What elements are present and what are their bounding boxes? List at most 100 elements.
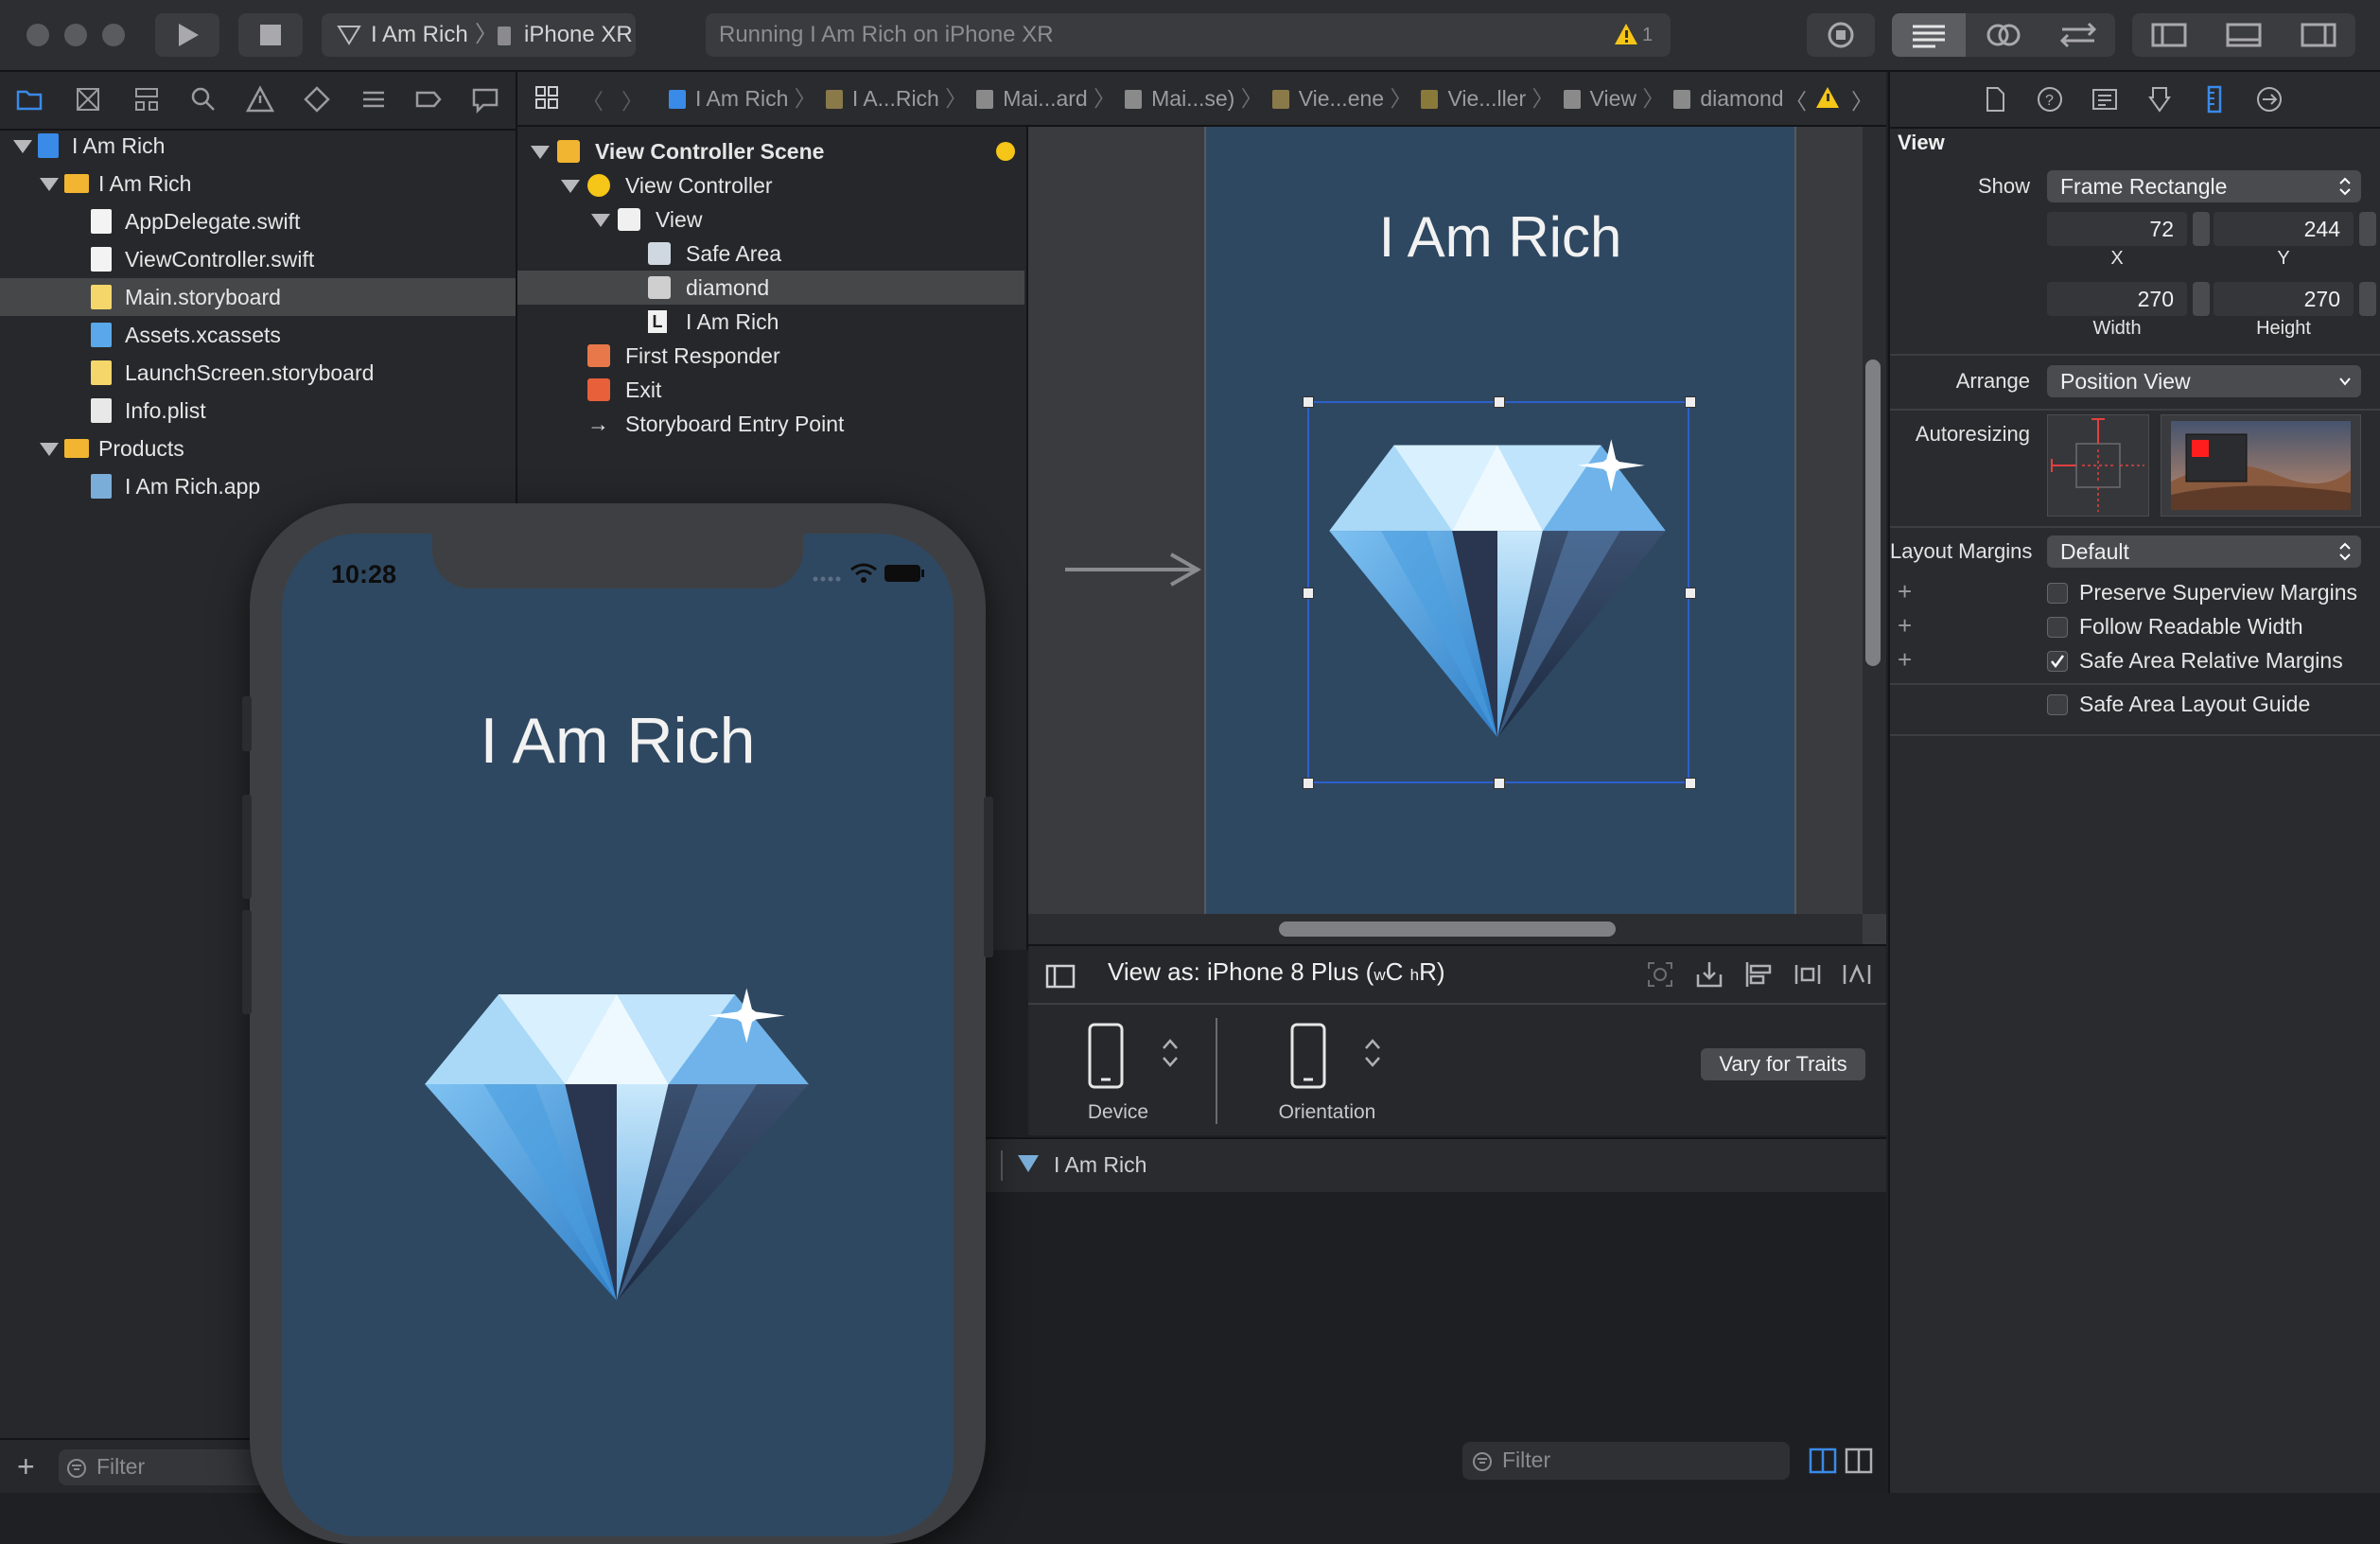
resize-handle[interactable] [1494, 396, 1505, 408]
warning-icon[interactable] [1614, 23, 1638, 45]
resize-handle[interactable] [1303, 778, 1314, 789]
device-stepper-icon[interactable] [1161, 1037, 1180, 1069]
arrange-popup[interactable]: Position View [2047, 365, 2361, 397]
scene-issue-badge[interactable] [996, 142, 1015, 161]
x-stepper[interactable] [2193, 212, 2210, 246]
run-button[interactable] [155, 13, 219, 57]
outline-item[interactable]: View Controller [517, 168, 1024, 202]
preserve-superview-margins-checkbox[interactable] [2047, 583, 2068, 604]
add-variation-icon[interactable]: + [1898, 611, 1912, 640]
vary-for-traits-button[interactable]: Vary for Traits [1701, 1048, 1865, 1080]
resolve-issues-icon[interactable] [1842, 959, 1872, 990]
identity-inspector-icon[interactable] [2091, 85, 2119, 114]
breadcrumb-item[interactable]: Mai...se) 〉 [1125, 86, 1263, 111]
align-icon[interactable] [1743, 959, 1774, 990]
navigator-item[interactable]: I Am Rich.app [0, 467, 516, 505]
outline-item[interactable]: → Storyboard Entry Point [517, 407, 1024, 441]
scene-title-label[interactable]: I Am Rich [1206, 204, 1794, 270]
device-phone-icon[interactable] [1087, 1022, 1125, 1090]
standard-editor-button[interactable] [1892, 13, 1966, 57]
resize-handle[interactable] [1685, 396, 1696, 408]
debug-target[interactable]: I Am Rich [1054, 1152, 1146, 1178]
height-stepper[interactable] [2359, 282, 2376, 316]
outline-item[interactable]: View [517, 202, 1024, 237]
breadcrumb-item[interactable]: I A...Rich 〉 [825, 86, 967, 111]
related-items-grid-icon[interactable] [534, 85, 559, 110]
width-stepper[interactable] [2193, 282, 2210, 316]
add-variation-icon[interactable]: + [1898, 577, 1912, 606]
toggle-debug-button[interactable] [2208, 13, 2280, 57]
warning-icon[interactable] [1815, 86, 1840, 109]
layout-margins-popup[interactable]: Default [2047, 535, 2361, 568]
disclosure-triangle-icon[interactable] [13, 140, 32, 153]
navigator-item[interactable]: I Am Rich [0, 127, 516, 165]
navigator-item[interactable]: I Am Rich [0, 165, 516, 202]
folder-icon[interactable] [15, 85, 44, 114]
forward-arrow-icon[interactable]: 〉 [621, 83, 643, 115]
add-variation-icon[interactable]: + [1898, 645, 1912, 675]
zoom-window-button[interactable] [102, 24, 125, 46]
breadcrumb-item[interactable]: Vie...ene 〉 [1271, 86, 1411, 111]
next-issue-icon[interactable]: 〉 [1851, 83, 1873, 115]
toggle-navigator-button[interactable] [2132, 13, 2206, 57]
add-constraints-icon[interactable] [1793, 959, 1823, 990]
attributes-shield-icon[interactable] [2145, 85, 2174, 114]
minimize-window-button[interactable] [64, 24, 87, 46]
document-outline-toggle-icon[interactable] [1045, 963, 1076, 990]
disclosure-triangle-icon[interactable] [561, 180, 580, 193]
disclosure-triangle-icon[interactable] [40, 178, 59, 191]
outline-item[interactable]: Exit [517, 373, 1024, 407]
x-field[interactable]: 72 [2047, 212, 2187, 246]
navigator-item[interactable]: Products [0, 430, 516, 467]
disclosure-triangle-icon[interactable] [591, 214, 610, 227]
autoresizing-mask-editor[interactable] [2047, 414, 2149, 517]
navigator-item[interactable]: Assets.xcassets [0, 316, 516, 354]
breadcrumb-item[interactable]: Vie...ller 〉 [1421, 86, 1554, 111]
outline-item[interactable]: diamond [517, 271, 1024, 305]
toggle-inspector-button[interactable] [2282, 13, 2355, 57]
add-icon[interactable]: + [17, 1449, 35, 1484]
y-field[interactable]: 244 [2214, 212, 2354, 246]
resize-handle[interactable] [1685, 778, 1696, 789]
orientation-phone-icon[interactable] [1289, 1022, 1327, 1090]
library-button[interactable] [1807, 13, 1875, 57]
symbol-icon[interactable] [132, 85, 161, 114]
close-window-button[interactable] [26, 24, 49, 46]
navigator-item[interactable]: AppDelegate.swift [0, 202, 516, 240]
help-inspector-icon[interactable]: ? [2036, 85, 2064, 114]
outline-item[interactable]: L I Am Rich [517, 305, 1024, 339]
breadcrumb-item[interactable]: View 〉 [1563, 86, 1664, 111]
navigator-item[interactable]: Main.storyboard [0, 278, 516, 316]
breadcrumb-item[interactable]: Mai...ard 〉 [976, 86, 1115, 111]
orientation-stepper-icon[interactable] [1363, 1037, 1382, 1069]
scheme-device[interactable]: iPhone XR [524, 13, 633, 57]
issue-warning-icon[interactable] [246, 85, 274, 114]
width-field[interactable]: 270 [2047, 282, 2187, 316]
assistant-editor-button[interactable] [1968, 13, 2039, 57]
outline-item[interactable]: First Responder [517, 339, 1024, 373]
file-inspector-icon[interactable] [1981, 85, 2009, 114]
resize-handle[interactable] [1303, 396, 1314, 408]
report-chat-icon[interactable] [471, 85, 499, 114]
show-popup[interactable]: Frame Rectangle [2047, 170, 2361, 202]
scheme-selector[interactable]: I Am Rich 〉 iPhone XR [322, 13, 636, 57]
back-arrow-icon[interactable]: 〈 [582, 83, 604, 115]
disclosure-triangle-icon[interactable] [40, 443, 59, 456]
test-diamond-icon[interactable] [303, 85, 331, 114]
console-filter-input[interactable]: Filter [1462, 1442, 1790, 1480]
resize-handle[interactable] [1685, 588, 1696, 599]
prev-issue-icon[interactable]: 〈 [1785, 83, 1807, 115]
disclosure-triangle-icon[interactable] [531, 146, 550, 159]
outline-item[interactable]: View Controller Scene [517, 134, 1024, 168]
safe-area-layout-guide-checkbox[interactable] [2047, 694, 2068, 715]
resize-handle[interactable] [1494, 778, 1505, 789]
source-control-icon[interactable] [74, 85, 102, 114]
resize-handle[interactable] [1303, 588, 1314, 599]
embed-in-icon[interactable] [1694, 959, 1724, 990]
height-field[interactable]: 270 [2214, 282, 2354, 316]
navigator-item[interactable]: ViewController.swift [0, 240, 516, 278]
search-icon[interactable] [189, 85, 218, 114]
entry-point-arrow-icon[interactable] [1065, 551, 1203, 588]
safe-area-relative-margins-checkbox[interactable] [2047, 651, 2068, 672]
version-editor-button[interactable] [2041, 13, 2115, 57]
